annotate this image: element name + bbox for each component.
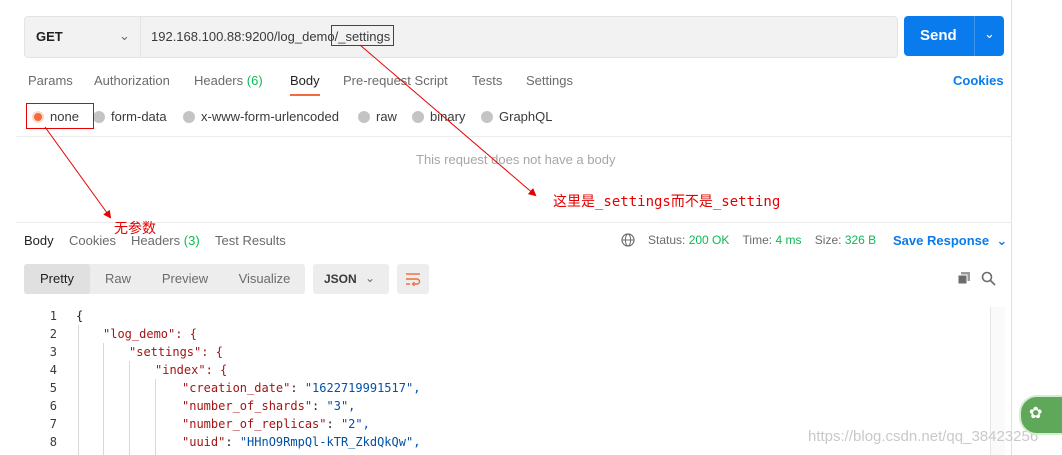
annotation-no-params: 无参数 (114, 220, 156, 236)
flower-icon: ✿ (1029, 405, 1043, 422)
watermark: https://blog.csdn.net/qq_38423256 (808, 428, 1039, 445)
annotation-settings-note: 这里是_settings而不是_setting (553, 194, 781, 210)
floating-widget[interactable]: ✿ (1019, 395, 1062, 435)
annotation-arrows (44, 44, 537, 219)
